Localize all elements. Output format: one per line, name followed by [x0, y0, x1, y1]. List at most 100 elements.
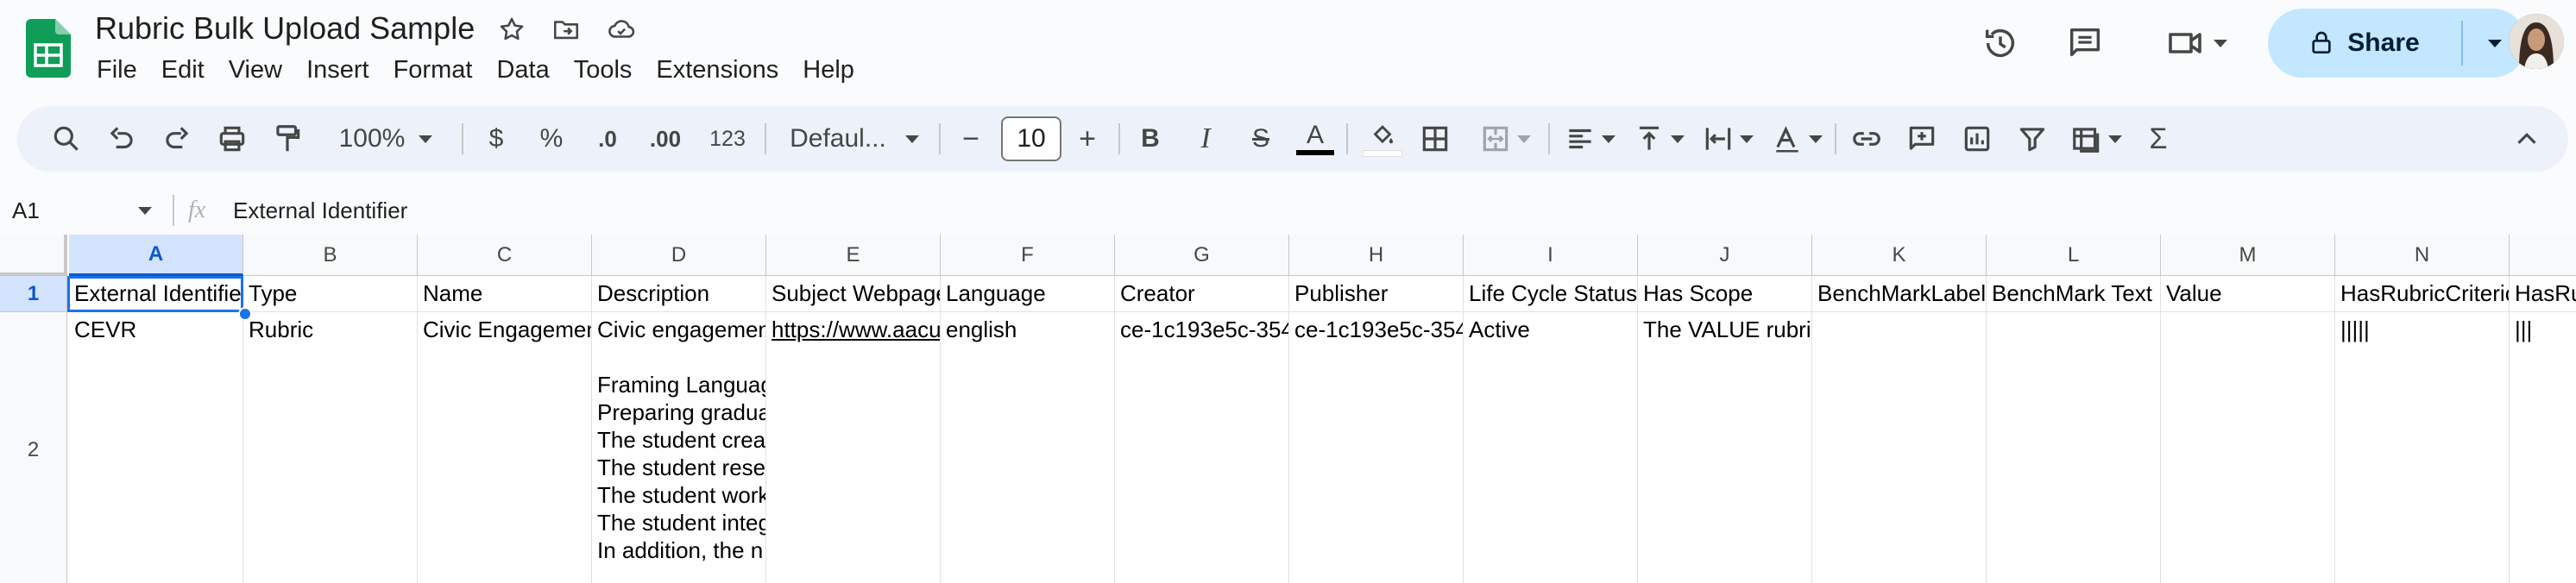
column-header-j[interactable]: J [1638, 235, 1812, 276]
cell-f1[interactable]: Language [941, 276, 1115, 312]
cell-h1[interactable]: Publisher [1289, 276, 1464, 312]
column-header-c[interactable]: C [418, 235, 592, 276]
menu-insert[interactable]: Insert [306, 52, 369, 88]
cell-j2[interactable]: The VALUE rubric [1638, 312, 1812, 583]
horizontal-align-icon[interactable] [1559, 106, 1621, 172]
cell-n1[interactable]: HasRubricCriterion [2335, 276, 2510, 312]
insert-link-icon[interactable] [1845, 106, 1888, 172]
text-color-button[interactable]: A [1293, 106, 1338, 172]
cell-g1[interactable]: Creator [1115, 276, 1289, 312]
search-menus-icon[interactable] [45, 106, 88, 172]
name-box[interactable]: A1 [12, 191, 159, 229]
star-icon[interactable] [494, 12, 529, 47]
column-header-h[interactable]: H [1289, 235, 1464, 276]
menu-tools[interactable]: Tools [574, 52, 633, 88]
zoom-select[interactable]: 100% [321, 106, 450, 172]
menu-file[interactable]: File [97, 52, 137, 88]
borders-icon[interactable] [1414, 106, 1457, 172]
font-family-select[interactable]: Defaul... [777, 106, 932, 172]
cell-a2[interactable]: CEVR [69, 312, 243, 583]
functions-icon[interactable]: Σ [2137, 106, 2180, 172]
column-header-l[interactable]: L [1987, 235, 2161, 276]
collapse-toolbar-chevron-icon[interactable] [2503, 106, 2551, 172]
increase-font-size-button[interactable]: + [1066, 106, 1109, 172]
menu-help[interactable]: Help [803, 52, 854, 88]
comments-icon[interactable] [2061, 19, 2109, 67]
avatar[interactable] [2509, 14, 2564, 69]
cell-i1[interactable]: Life Cycle Status [1464, 276, 1638, 312]
cell-g2[interactable]: ce-1c193e5c-354 [1115, 312, 1289, 583]
cell-c2[interactable]: Civic Engagement [418, 312, 592, 583]
cell-a1[interactable]: External Identifier [69, 276, 243, 312]
menu-view[interactable]: View [229, 52, 282, 88]
column-header-a[interactable]: A [69, 235, 243, 276]
version-history-icon[interactable] [1976, 19, 2025, 67]
cell-o1[interactable]: HasRu [2510, 276, 2576, 312]
sheets-logo-icon[interactable] [26, 19, 71, 78]
print-icon[interactable] [211, 106, 254, 172]
cell-k1[interactable]: BenchMarkLabel [1812, 276, 1987, 312]
insert-chart-icon[interactable] [1956, 106, 1999, 172]
fill-handle[interactable] [238, 307, 252, 321]
more-formats-button[interactable]: 123 [699, 106, 756, 172]
currency-format-button[interactable]: $ [475, 106, 518, 172]
cell-d1[interactable]: Description [592, 276, 766, 312]
font-size-input[interactable]: 10 [1001, 116, 1061, 161]
column-header-partial[interactable] [2510, 235, 2576, 276]
column-header-d[interactable]: D [592, 235, 766, 276]
share-button[interactable]: Share [2268, 9, 2527, 78]
cell-l1[interactable]: BenchMark Text [1987, 276, 2161, 312]
cell-c1[interactable]: Name [418, 276, 592, 312]
cell-j1[interactable]: Has Scope [1638, 276, 1812, 312]
cell-l2[interactable] [1987, 312, 2161, 583]
meet-icon[interactable] [2153, 19, 2239, 67]
spreadsheet-grid[interactable]: ABCDEFGHIJKLMN 12 External Identifier Typ… [0, 235, 2576, 583]
create-filter-icon[interactable] [2011, 106, 2054, 172]
menu-edit[interactable]: Edit [161, 52, 205, 88]
column-header-b[interactable]: B [243, 235, 418, 276]
document-title[interactable]: Rubric Bulk Upload Sample [95, 9, 475, 48]
insert-comment-icon[interactable] [1900, 106, 1943, 172]
redo-icon[interactable] [155, 106, 198, 172]
move-to-folder-icon[interactable] [549, 12, 583, 47]
column-header-f[interactable]: F [941, 235, 1115, 276]
row-header-2[interactable]: 2 [0, 312, 67, 583]
italic-button[interactable]: I [1184, 106, 1227, 172]
cell-h2[interactable]: ce-1c193e5c-354 [1289, 312, 1464, 583]
fill-color-icon[interactable] [1358, 106, 1407, 172]
decrease-font-size-button[interactable]: − [949, 106, 992, 172]
paint-format-icon[interactable] [266, 106, 309, 172]
cell-i2[interactable]: Active [1464, 312, 1638, 583]
percent-format-button[interactable]: % [530, 106, 573, 172]
column-header-e[interactable]: E [766, 235, 941, 276]
increase-decimal-button[interactable]: .00 [639, 106, 692, 172]
strikethrough-button[interactable]: S [1239, 106, 1282, 172]
cell-d2[interactable]: Civic engagement Framing Language Prepar… [592, 312, 766, 583]
formula-input[interactable]: External Identifier [233, 191, 407, 229]
column-header-n[interactable]: N [2335, 235, 2510, 276]
select-all-corner[interactable] [0, 235, 67, 276]
filter-views-icon[interactable] [2064, 106, 2128, 172]
cell-b2[interactable]: Rubric [243, 312, 418, 583]
column-header-k[interactable]: K [1812, 235, 1987, 276]
column-header-i[interactable]: I [1464, 235, 1638, 276]
text-rotation-icon[interactable] [1766, 106, 1828, 172]
undo-icon[interactable] [100, 106, 143, 172]
cell-f2[interactable]: english [941, 312, 1115, 583]
vertical-align-icon[interactable] [1628, 106, 1690, 172]
bold-button[interactable]: B [1129, 106, 1172, 172]
menu-data[interactable]: Data [496, 52, 549, 88]
menu-format[interactable]: Format [394, 52, 473, 88]
cell-o2[interactable]: ||| [2510, 312, 2576, 583]
column-header-m[interactable]: M [2161, 235, 2335, 276]
cell-m1[interactable]: Value [2161, 276, 2335, 312]
cell-b1[interactable]: Type [243, 276, 418, 312]
cloud-saved-icon[interactable] [604, 12, 639, 47]
text-wrapping-icon[interactable] [1697, 106, 1759, 172]
decrease-decimal-button[interactable]: .0 [583, 106, 632, 172]
cell-e1[interactable]: Subject Webpage [766, 276, 941, 312]
menu-extensions[interactable]: Extensions [656, 52, 778, 88]
merge-cells-icon[interactable] [1471, 106, 1540, 172]
row-header-1[interactable]: 1 [0, 276, 67, 312]
cell-n2[interactable]: ||||| [2335, 312, 2510, 583]
